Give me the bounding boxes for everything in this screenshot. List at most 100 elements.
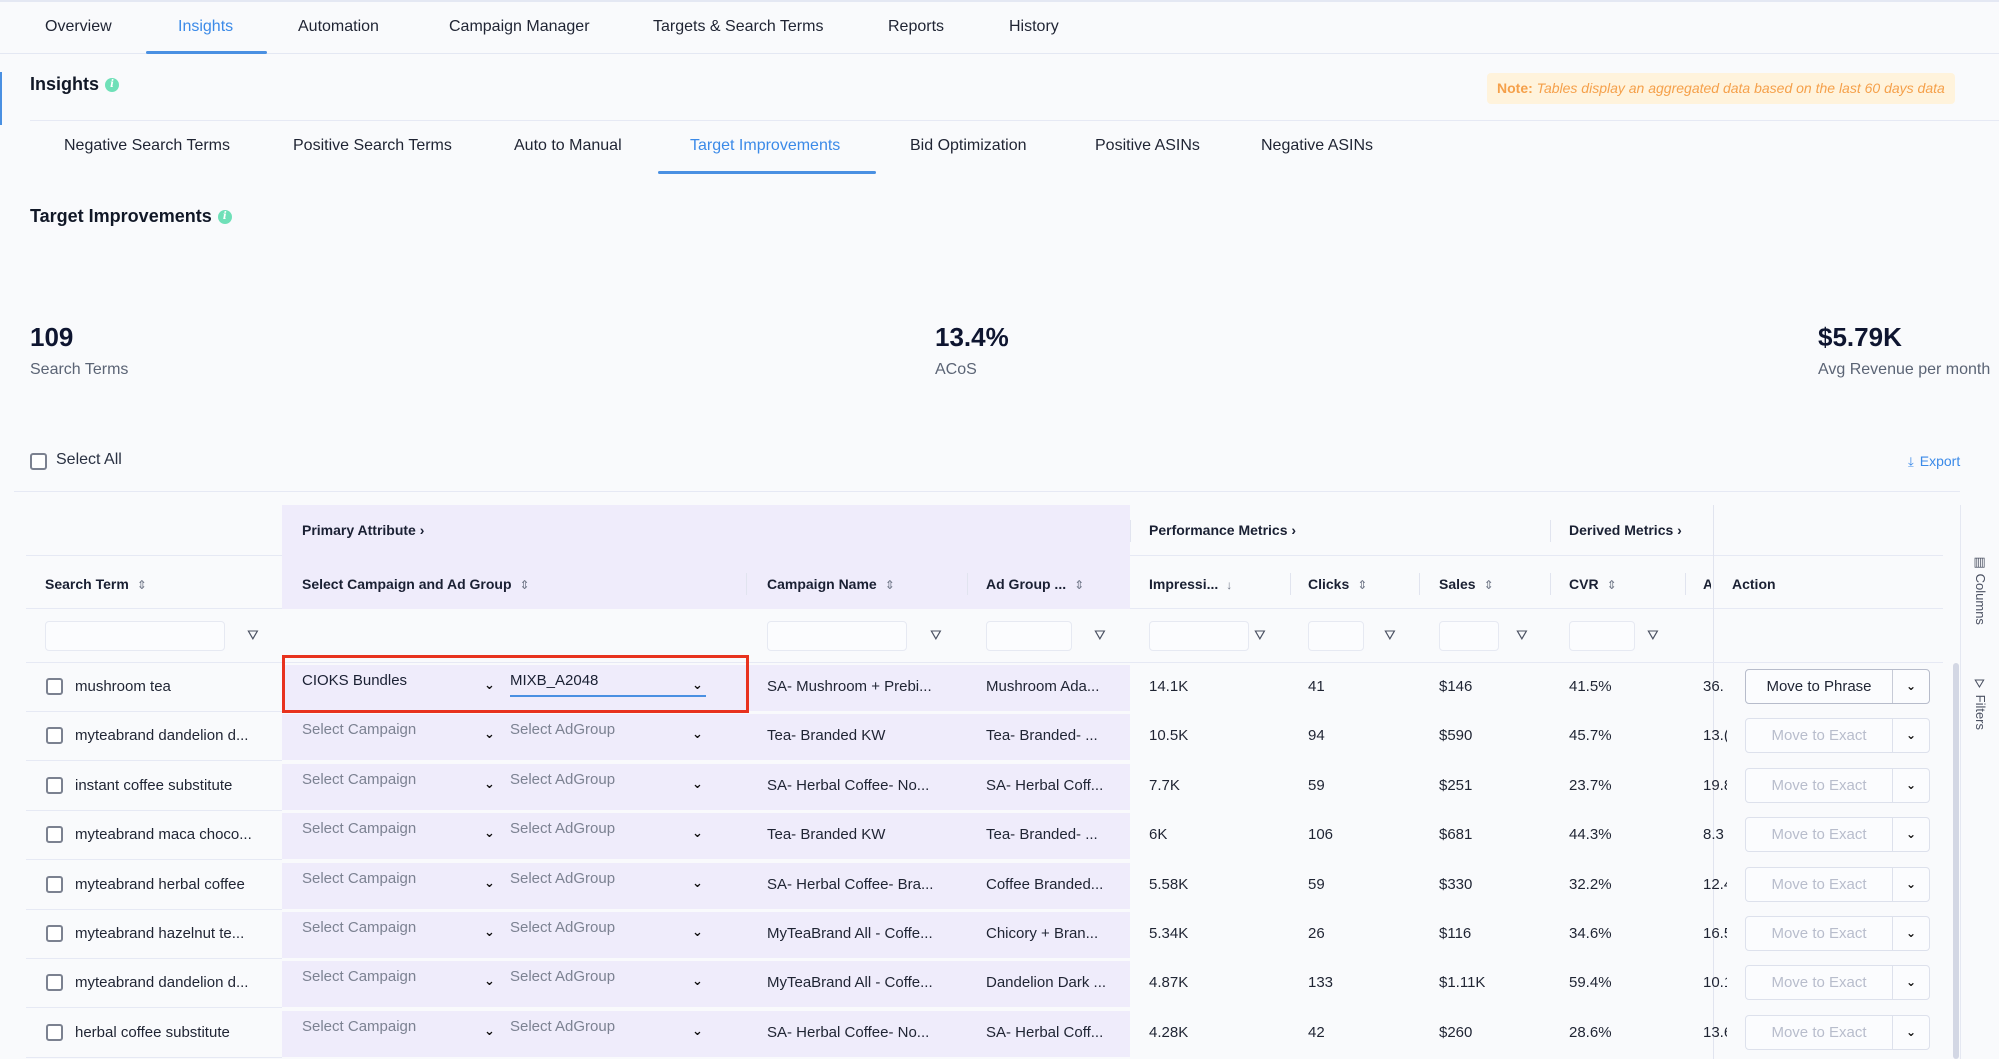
tab-insights[interactable]: Insights (178, 18, 233, 36)
chevron-down-icon[interactable]: ⌄ (484, 776, 495, 792)
action-split-button[interactable]: Move to Exact ⌄ (1745, 768, 1930, 803)
campaign-select[interactable]: Select Campaign (302, 771, 416, 788)
tab-automation[interactable]: Automation (298, 18, 379, 36)
campaign-select[interactable]: Select Campaign (302, 1018, 416, 1035)
row-checkbox[interactable] (46, 876, 63, 893)
export-button[interactable]: ⤓ Export (1908, 453, 1960, 470)
column-impressions[interactable]: Impressi... ↓ (1149, 576, 1232, 592)
chevron-down-icon[interactable]: ⌄ (692, 924, 703, 940)
chevron-down-icon[interactable]: ⌄ (1893, 868, 1929, 901)
filters-panel-toggle[interactable]: ⛛ Filters (1973, 678, 1988, 730)
subtab-target-improvements[interactable]: Target Improvements (690, 137, 840, 155)
chevron-down-icon[interactable]: ⌄ (484, 924, 495, 940)
subtab-bid-optimization[interactable]: Bid Optimization (910, 137, 1027, 155)
adgroup-select[interactable]: Select AdGroup (510, 771, 615, 788)
adgroup-select[interactable]: Select AdGroup (510, 870, 615, 887)
action-button[interactable]: Move to Exact (1746, 769, 1893, 802)
group-primary-attribute[interactable]: Primary Attribute › (302, 522, 424, 538)
select-all-label[interactable]: Select All (56, 451, 122, 469)
column-campaign-name[interactable]: Campaign Name ⇕ (767, 576, 895, 592)
adgroup-select[interactable]: Select AdGroup (510, 919, 615, 936)
row-checkbox[interactable] (46, 727, 63, 744)
column-select-campaign[interactable]: Select Campaign and Ad Group ⇕ (302, 576, 530, 592)
chevron-down-icon[interactable]: ⌄ (1893, 719, 1929, 752)
row-checkbox[interactable] (46, 777, 63, 794)
subtab-auto-to-manual[interactable]: Auto to Manual (514, 137, 622, 155)
filter-icon[interactable]: ⛛ (247, 627, 259, 644)
clicks-filter-input[interactable] (1308, 621, 1364, 651)
filter-icon[interactable]: ⛛ (930, 627, 942, 644)
group-performance-metrics[interactable]: Performance Metrics › (1149, 522, 1296, 538)
column-a[interactable]: A (1703, 576, 1711, 592)
subtab-positive-search-terms[interactable]: Positive Search Terms (293, 137, 452, 155)
adgroup-select[interactable]: Select AdGroup (510, 1018, 615, 1035)
subtab-negative-search-terms[interactable]: Negative Search Terms (64, 137, 230, 155)
chevron-down-icon[interactable]: ⌄ (692, 875, 703, 891)
sales-filter-input[interactable] (1439, 621, 1499, 651)
chevron-down-icon[interactable]: ⌄ (1893, 818, 1929, 851)
adgroup-select[interactable]: Select AdGroup (510, 721, 615, 738)
chevron-down-icon[interactable]: ⌄ (1893, 1016, 1929, 1049)
search-term-filter-input[interactable] (45, 621, 225, 651)
action-button[interactable]: Move to Exact (1746, 966, 1893, 999)
column-cvr[interactable]: CVR ⇕ (1569, 576, 1617, 592)
chevron-down-icon[interactable]: ⌄ (692, 1023, 703, 1039)
action-split-button[interactable]: Move to Exact ⌄ (1745, 916, 1930, 951)
campaign-select[interactable]: Select Campaign (302, 870, 416, 887)
info-icon[interactable]: i (217, 210, 232, 225)
filter-icon[interactable]: ⛛ (1516, 627, 1528, 644)
action-button[interactable]: Move to Exact (1746, 917, 1893, 950)
column-sales[interactable]: Sales ⇕ (1439, 576, 1494, 592)
campaign-select[interactable]: Select Campaign (302, 919, 416, 936)
action-split-button[interactable]: Move to Exact ⌄ (1745, 965, 1930, 1000)
action-button[interactable]: Move to Exact (1746, 818, 1893, 851)
chevron-down-icon[interactable]: ⌄ (692, 825, 703, 841)
chevron-down-icon[interactable]: ⌄ (1893, 917, 1929, 950)
column-clicks[interactable]: Clicks ⇕ (1308, 576, 1367, 592)
row-checkbox[interactable] (46, 826, 63, 843)
action-split-button[interactable]: Move to Exact ⌄ (1745, 867, 1930, 902)
chevron-down-icon[interactable]: ⌄ (484, 1023, 495, 1039)
tab-overview[interactable]: Overview (45, 18, 112, 36)
action-button[interactable]: Move to Exact (1746, 1016, 1893, 1049)
campaign-name-filter-input[interactable] (767, 621, 907, 651)
action-split-button[interactable]: Move to Exact ⌄ (1745, 817, 1930, 852)
select-all-checkbox[interactable] (30, 453, 47, 470)
filter-icon[interactable]: ⛛ (1647, 627, 1659, 644)
chevron-down-icon[interactable]: ⌄ (1893, 769, 1929, 802)
info-icon[interactable]: i (105, 78, 120, 93)
cvr-filter-input[interactable] (1569, 621, 1635, 651)
chevron-down-icon[interactable]: ⌄ (484, 973, 495, 989)
action-split-button[interactable]: Move to Phrase ⌄ (1745, 669, 1930, 704)
chevron-down-icon[interactable]: ⌄ (692, 973, 703, 989)
tab-history[interactable]: History (1009, 18, 1059, 36)
row-checkbox[interactable] (46, 974, 63, 991)
row-checkbox[interactable] (46, 925, 63, 942)
chevron-down-icon[interactable]: ⌄ (692, 726, 703, 742)
column-search-term[interactable]: Search Term ⇕ (45, 576, 147, 592)
row-checkbox[interactable] (46, 1024, 63, 1041)
action-button[interactable]: Move to Exact (1746, 868, 1893, 901)
action-button[interactable]: Move to Phrase (1746, 670, 1893, 703)
chevron-down-icon[interactable]: ⌄ (1893, 670, 1929, 703)
adgroup-select[interactable]: Select AdGroup (510, 820, 615, 837)
filter-icon[interactable]: ⛛ (1254, 627, 1266, 644)
filter-icon[interactable]: ⛛ (1094, 627, 1106, 644)
chevron-down-icon[interactable]: ⌄ (484, 875, 495, 891)
impressions-filter-input[interactable] (1149, 621, 1249, 651)
campaign-select[interactable]: Select Campaign (302, 968, 416, 985)
chevron-down-icon[interactable]: ⌄ (692, 776, 703, 792)
tab-targets-search-terms[interactable]: Targets & Search Terms (653, 18, 823, 36)
adgroup-select[interactable]: Select AdGroup (510, 968, 615, 985)
subtab-negative-asins[interactable]: Negative ASINs (1261, 137, 1373, 155)
campaign-select[interactable]: Select Campaign (302, 721, 416, 738)
action-button[interactable]: Move to Exact (1746, 719, 1893, 752)
row-checkbox[interactable] (46, 678, 63, 695)
filter-icon[interactable]: ⛛ (1384, 627, 1396, 644)
action-split-button[interactable]: Move to Exact ⌄ (1745, 718, 1930, 753)
chevron-down-icon[interactable]: ⌄ (484, 825, 495, 841)
tab-campaign-manager[interactable]: Campaign Manager (449, 18, 590, 36)
table-scrollbar[interactable] (1953, 663, 1959, 1059)
columns-panel-toggle[interactable]: ▥ Columns (1973, 555, 1988, 625)
campaign-select[interactable]: Select Campaign (302, 820, 416, 837)
